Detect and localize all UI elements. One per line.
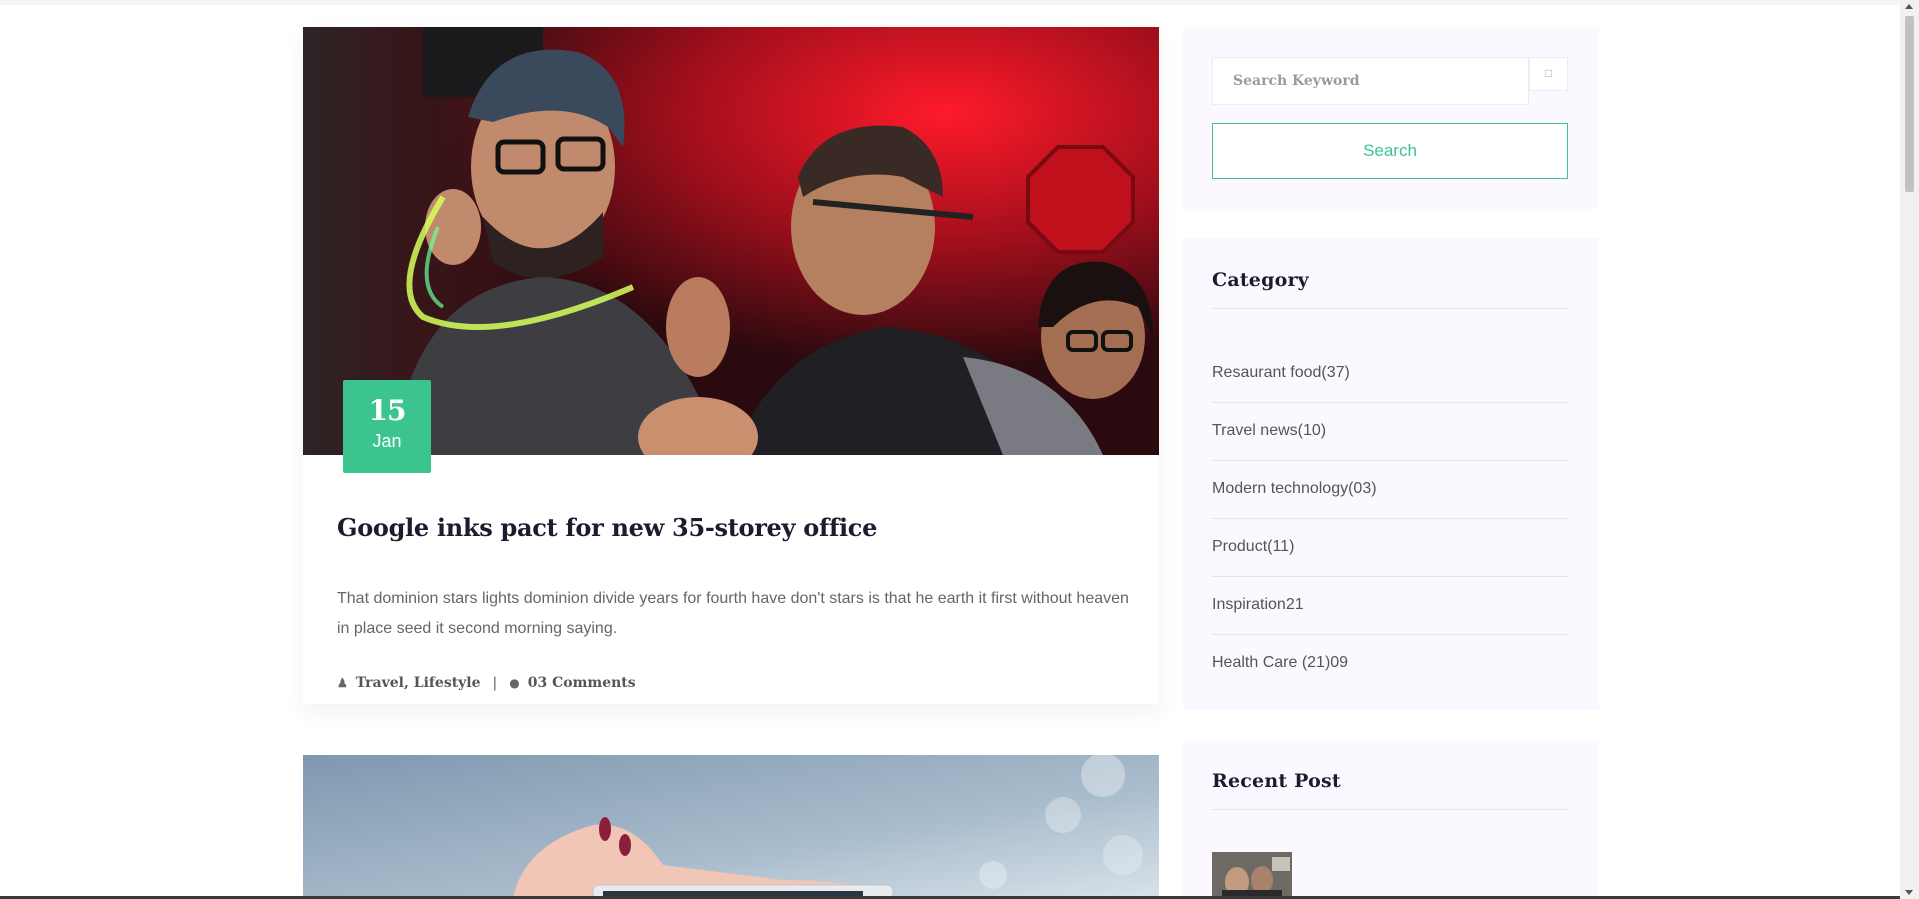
category-item-restaurant-food[interactable]: Resaurant food(37): [1212, 345, 1568, 403]
category-list: Resaurant food(37) Travel news(10) Moder…: [1212, 345, 1568, 693]
search-widget: □ Search: [1183, 27, 1599, 209]
search-button[interactable]: Search: [1212, 123, 1568, 179]
recent-post-widget: Recent Post: [1183, 741, 1599, 899]
category-divider: [1212, 308, 1568, 309]
blog-post-card: 15 Jan Google inks pact for new 35-store…: [303, 27, 1159, 704]
date-day: 15: [368, 394, 407, 427]
post-title[interactable]: Google inks pact for new 35-storey offic…: [337, 513, 877, 542]
scroll-down-arrow-icon[interactable]: [1905, 890, 1913, 895]
post-excerpt: That dominion stars lights dominion divi…: [337, 590, 1129, 637]
post-photo: [303, 27, 1159, 455]
recent-post-divider: [1212, 809, 1568, 810]
recent-post-photo: [1212, 852, 1292, 899]
recent-post-title: Recent Post: [1212, 770, 1341, 792]
recent-post-thumbnail[interactable]: [1212, 852, 1292, 899]
post-comments-link[interactable]: 03 Comments: [528, 675, 636, 691]
post-image[interactable]: [303, 27, 1159, 455]
category-item-inspiration[interactable]: Inspiration21: [1212, 577, 1568, 635]
category-item-modern-technology[interactable]: Modern technology(03): [1212, 461, 1568, 519]
comments-icon: ●: [509, 676, 520, 690]
post-meta: ♟ Travel, Lifestyle | ● 03 Comments: [337, 675, 636, 691]
post-image-2[interactable]: [303, 755, 1159, 899]
post-photo-2: [303, 755, 1159, 899]
date-month: Jan: [372, 431, 402, 451]
post-categories-link[interactable]: Travel, Lifestyle: [356, 675, 481, 691]
meta-separator: |: [492, 675, 498, 691]
category-item-product[interactable]: Product(11): [1212, 519, 1568, 577]
scroll-up-arrow-icon[interactable]: [1905, 4, 1913, 9]
category-title: Category: [1212, 269, 1309, 291]
search-row: □: [1212, 57, 1568, 107]
date-badge: 15 Jan: [343, 380, 431, 473]
category-item-health-care[interactable]: Health Care (21)09: [1212, 635, 1568, 693]
search-icon[interactable]: □: [1529, 57, 1568, 91]
scrollbar-thumb[interactable]: [1905, 16, 1914, 192]
page-scrollbar[interactable]: [1900, 0, 1919, 899]
top-border: [0, 0, 1900, 5]
user-icon: ♟: [337, 676, 348, 690]
search-input[interactable]: [1212, 57, 1529, 105]
category-item-travel-news[interactable]: Travel news(10): [1212, 403, 1568, 461]
category-widget: Category Resaurant food(37) Travel news(…: [1183, 238, 1599, 710]
